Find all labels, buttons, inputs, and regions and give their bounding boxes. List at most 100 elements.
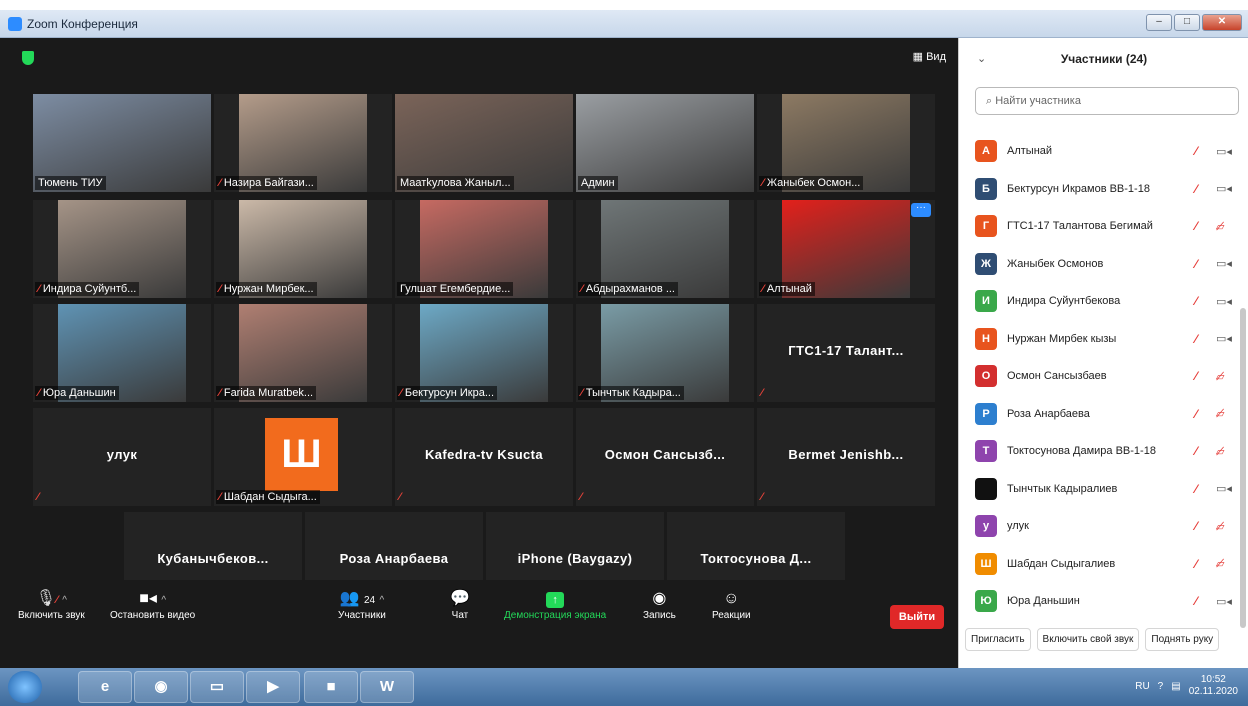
avatar: И bbox=[975, 290, 997, 312]
ie-icon[interactable]: e bbox=[78, 671, 132, 703]
raise-hand-button[interactable]: Поднять руку bbox=[1145, 628, 1220, 651]
participant-row[interactable]: О Осмон Сансызбаев ⁄ ▱̸ bbox=[959, 357, 1239, 395]
start-button[interactable] bbox=[8, 671, 42, 703]
more-options-icon[interactable]: ··· bbox=[911, 203, 931, 217]
invite-button[interactable]: Пригласить bbox=[965, 628, 1031, 651]
avatar: О bbox=[975, 365, 997, 387]
leave-button[interactable]: Выйти bbox=[890, 605, 944, 629]
clock[interactable]: 10:52 02.11.2020 bbox=[1189, 674, 1238, 698]
search-placeholder: Найти участника bbox=[995, 95, 1081, 107]
tile-name-label: ⁄ Шабдан Сыдыга... bbox=[216, 490, 320, 504]
participant-name: улук bbox=[1007, 520, 1029, 532]
participant-row[interactable]: у улук ⁄ ▱̸ bbox=[959, 507, 1239, 545]
video-tile[interactable]: ⁄ Юра Даньшин bbox=[33, 304, 211, 402]
participant-row[interactable]: Г ГТС1-17 Талантова Бегимай ⁄ ▱̸ bbox=[959, 207, 1239, 245]
participant-row[interactable]: Т Токтосунова Дамира ВВ-1-18 ⁄ ▱̸ bbox=[959, 432, 1239, 470]
record-button[interactable]: ◉ Запись bbox=[643, 588, 676, 621]
participant-search-input[interactable]: ⌕ Найти участника bbox=[975, 87, 1239, 115]
video-tile[interactable]: ⁄ Алтынай ··· bbox=[757, 200, 935, 298]
muted-mic-icon: ⁄ bbox=[762, 283, 764, 295]
video-tile[interactable]: ⁄ Тынчтык Кадыра... bbox=[576, 304, 754, 402]
participant-name: Юра Даньшин bbox=[1007, 595, 1080, 607]
participant-row[interactable]: Тынчтык Кадыралиев ⁄ ▭◂ bbox=[959, 470, 1239, 508]
muted-mic-icon: ⁄ bbox=[400, 387, 402, 399]
participant-name: Индира Суйунтб... bbox=[42, 283, 137, 295]
participant-name: Роза Анарбаева bbox=[339, 551, 449, 566]
participant-row[interactable]: А Алтынай ⁄ ▭◂ bbox=[959, 132, 1239, 170]
muted-mic-icon: ⁄ bbox=[761, 387, 763, 399]
muted-mic-icon: ⁄ bbox=[399, 491, 401, 503]
participant-row[interactable]: Р Роза Анарбаева ⁄ ▱̸ bbox=[959, 395, 1239, 433]
tile-name-label: ⁄ Farida Muratbek... bbox=[216, 386, 317, 400]
video-tile[interactable]: ⁄ Жаныбек Осмон... bbox=[757, 94, 935, 192]
windows-taskbar: e ◉ ▭ ▶ ■ W RU ? ▤ 10:52 02.11.2020 bbox=[0, 668, 1248, 706]
video-tile[interactable]: ⁄ Назира Байгази... bbox=[214, 94, 392, 192]
encryption-shield-icon[interactable] bbox=[22, 51, 34, 65]
avatar: у bbox=[975, 515, 997, 537]
media-player-icon[interactable]: ▶ bbox=[246, 671, 300, 703]
participant-list-scrollbar[interactable] bbox=[1240, 308, 1246, 628]
unmute-me-button[interactable]: Включить свой звук bbox=[1036, 628, 1140, 651]
video-tile[interactable]: ⁄ Нуржан Мирбек... bbox=[214, 200, 392, 298]
video-tile[interactable]: Осмон Сансызб... ⁄ bbox=[576, 408, 754, 506]
chrome-icon[interactable]: ◉ bbox=[134, 671, 188, 703]
reactions-label: Реакции bbox=[712, 610, 751, 621]
video-off-icon: ▱̸ bbox=[1216, 220, 1225, 233]
chat-button[interactable]: 💬 Чат bbox=[450, 588, 470, 621]
participant-name: Бектурсун Икрамов ВВ-1-18 bbox=[1007, 182, 1150, 195]
share-screen-button[interactable]: ↑ Демонстрация экрана bbox=[504, 588, 606, 621]
video-off-icon: ▱̸ bbox=[1216, 445, 1225, 458]
participants-button[interactable]: 👥 24 ^ Участники bbox=[338, 588, 386, 621]
reactions-button[interactable]: ☺ Реакции bbox=[712, 588, 751, 621]
language-indicator[interactable]: RU bbox=[1135, 681, 1149, 692]
participant-name: Тюмень ТИУ bbox=[38, 177, 103, 189]
word-icon[interactable]: W bbox=[360, 671, 414, 703]
unmute-button[interactable]: 🎙⁄ ^ Включить звук bbox=[18, 588, 85, 621]
video-tile[interactable]: ⁄ Farida Muratbek... bbox=[214, 304, 392, 402]
network-icon[interactable]: ▤ bbox=[1171, 681, 1180, 692]
clock-date: 02.11.2020 bbox=[1188, 686, 1238, 697]
video-tile[interactable]: ⁄ Бектурсун Икра... bbox=[395, 304, 573, 402]
video-tile[interactable]: Гулшат Егембердие... bbox=[395, 200, 573, 298]
video-tile[interactable]: Маатkулова Жаныл... bbox=[395, 94, 573, 192]
avatar: Т bbox=[975, 440, 997, 462]
participant-name: Индира Суйунтбекова bbox=[1007, 295, 1121, 307]
participant-row[interactable]: Ж Жаныбек Осмонов ⁄ ▭◂ bbox=[959, 245, 1239, 283]
video-tile[interactable]: ⁄ Индира Суйунтб... bbox=[33, 200, 211, 298]
tile-name-label: ⁄ Жаныбек Осмон... bbox=[759, 176, 864, 190]
close-button[interactable]: ✕ bbox=[1202, 14, 1242, 31]
participant-row[interactable]: И Индира Суйунтбекова ⁄ ▭◂ bbox=[959, 282, 1239, 320]
explorer-icon[interactable]: ▭ bbox=[190, 671, 244, 703]
participant-name: Осмон Сансызб... bbox=[604, 447, 726, 462]
zoom-taskbar-icon[interactable]: ■ bbox=[304, 671, 358, 703]
video-on-icon: ▭◂ bbox=[1216, 333, 1232, 345]
title-bar: Zoom Конференция – □ ✕ bbox=[0, 10, 1248, 38]
video-tile[interactable]: Ш ⁄ Шабдан Сыдыга... bbox=[214, 408, 392, 506]
participant-row[interactable]: Б Бектурсун Икрамов ВВ-1-18 ⁄ ▭◂ bbox=[959, 170, 1239, 208]
video-off-icon: ▱̸ bbox=[1216, 520, 1225, 533]
stop-video-button[interactable]: ■◂ ^ Остановить видео bbox=[110, 588, 195, 621]
help-icon[interactable]: ? bbox=[1158, 681, 1164, 692]
muted-mic-icon: ⁄ bbox=[1195, 556, 1198, 571]
video-tile[interactable]: Админ bbox=[576, 94, 754, 192]
participant-row[interactable]: Н Нуржан Мирбек кызы ⁄ ▭◂ bbox=[959, 320, 1239, 358]
minimize-button[interactable]: – bbox=[1146, 14, 1172, 31]
participant-name: ГТС1-17 Талант... bbox=[788, 343, 904, 358]
video-tile[interactable]: улук ⁄ bbox=[33, 408, 211, 506]
video-tile[interactable]: Bermet Jenishb... ⁄ bbox=[757, 408, 935, 506]
tile-name-label: ⁄ Алтынай bbox=[759, 282, 815, 296]
maximize-button[interactable]: □ bbox=[1174, 14, 1200, 31]
muted-mic-icon: ⁄ bbox=[581, 387, 583, 399]
participant-name: Нуржан Мирбек... bbox=[223, 283, 314, 295]
view-button[interactable]: ▦ Вид bbox=[913, 50, 946, 63]
video-on-icon: ▭◂ bbox=[1216, 295, 1232, 308]
participant-row[interactable]: Ю Юра Даньшин ⁄ ▭◂ bbox=[959, 582, 1239, 618]
participant-name: Тынчтык Кадыралиев bbox=[1007, 482, 1118, 495]
video-tile[interactable]: ⁄ Абдырахманов ... bbox=[576, 200, 754, 298]
tile-name-label: ⁄ Индира Суйунтб... bbox=[35, 282, 140, 296]
video-tile[interactable]: Тюмень ТИУ bbox=[33, 94, 211, 192]
video-tile[interactable]: Kafedra-tv Ksucta ⁄ bbox=[395, 408, 573, 506]
video-tile[interactable]: ГТС1-17 Талант... ⁄ bbox=[757, 304, 935, 402]
muted-mic-icon: ⁄ bbox=[38, 283, 40, 295]
participant-row[interactable]: Ш Шабдан Сыдыгалиев ⁄ ▱̸ bbox=[959, 545, 1239, 583]
